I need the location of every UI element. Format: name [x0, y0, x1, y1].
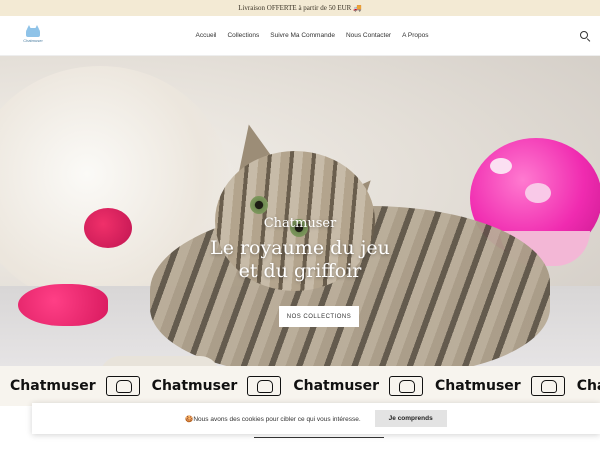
cat-box-icon — [247, 376, 282, 396]
cookie-banner: 🍪Nous avons des cookies pour cibler ce q… — [32, 403, 600, 434]
cookie-text: 🍪Nous avons des cookies pour cibler ce q… — [185, 415, 361, 423]
marquee-item: Chatmuser — [577, 378, 600, 394]
marquee-item: Chatmuser — [293, 376, 425, 396]
main-nav: Accueil Collections Suivre Ma Commande N… — [196, 32, 429, 39]
hero-kitten-paw — [100, 356, 220, 366]
collections-button[interactable]: NOS COLLECTIONS — [279, 306, 359, 327]
marquee-item: Chatmuser — [10, 376, 142, 396]
hero-text: Chatmuser Le royaume du jeu et du griffo… — [0, 216, 600, 283]
announcement-bar: Livraison OFFERTE à partir de 50 EUR 🚚 — [0, 0, 600, 16]
hero-kitten-eye-left — [250, 196, 268, 214]
site-header: Chatmuser Accueil Collections Suivre Ma … — [0, 16, 600, 56]
marquee-word: Chatmuser — [151, 378, 238, 394]
nav-item-suivre-commande[interactable]: Suivre Ma Commande — [270, 32, 335, 39]
section-underline — [254, 437, 384, 438]
nav-item-accueil[interactable]: Accueil — [196, 32, 217, 39]
brand-marquee: Chatmuser Chatmuser Chatmuser Chatmuser … — [0, 366, 600, 406]
marquee-word: Chatmuser — [10, 378, 96, 394]
cat-box-icon — [530, 376, 565, 396]
nav-item-a-propos[interactable]: A Propos — [402, 32, 428, 39]
announcement-text: Livraison OFFERTE à partir de 50 EUR 🚚 — [238, 4, 362, 12]
hero-title-line1: Le royaume du jeu — [210, 237, 390, 259]
logo[interactable]: Chatmuser — [20, 25, 46, 45]
search-icon[interactable] — [578, 29, 592, 43]
nav-item-collections[interactable]: Collections — [227, 32, 259, 39]
logo-cat-icon — [26, 25, 40, 37]
logo-text: Chatmuser — [23, 38, 43, 43]
cat-box-icon — [105, 376, 140, 396]
cat-box-icon — [389, 376, 424, 396]
marquee-item: Chatmuser — [152, 376, 284, 396]
marquee-item: Chatmuser — [435, 376, 567, 396]
marquee-word: Chatmuser — [576, 378, 600, 394]
cookie-accept-button[interactable]: Je comprends — [374, 410, 447, 427]
hero-title-line2: et du griffoir — [238, 260, 362, 282]
marquee-word: Chatmuser — [293, 378, 380, 394]
hero-subtitle: Chatmuser — [263, 216, 337, 231]
marquee-word: Chatmuser — [435, 378, 521, 394]
nav-item-contact[interactable]: Nous Contacter — [346, 32, 391, 39]
hero-toy-mouse — [18, 284, 108, 326]
hero-banner: Chatmuser Le royaume du jeu et du griffo… — [0, 56, 600, 366]
